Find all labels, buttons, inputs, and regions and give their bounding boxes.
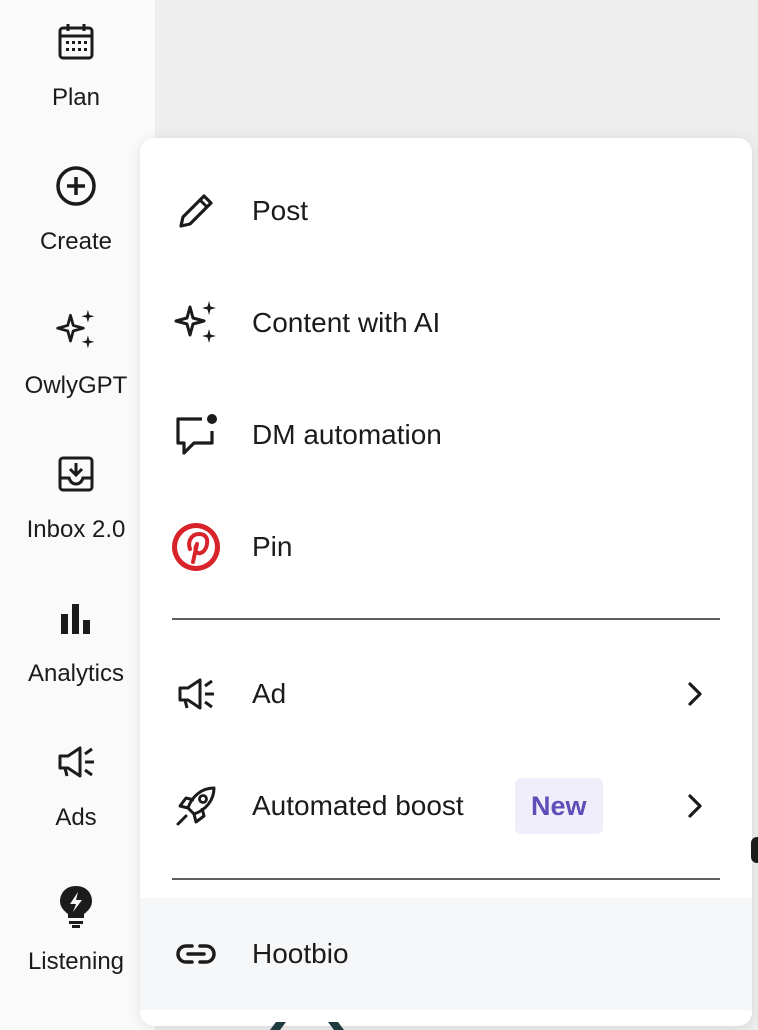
menu-item-label: Hootbio	[252, 938, 349, 969]
sidebar: Plan Create OwlyGPT Inbox 2.0 Analytics …	[0, 0, 155, 1030]
link-icon	[170, 928, 222, 980]
pinterest-icon	[170, 521, 222, 573]
sidebar-item-listening[interactable]: Listening	[0, 884, 152, 976]
sidebar-item-label: Listening	[27, 948, 125, 975]
menu-item-post[interactable]: Post	[140, 155, 752, 267]
sparkle-icon	[54, 308, 98, 352]
calendar-icon	[54, 20, 98, 64]
sidebar-item-label: Create	[39, 228, 113, 255]
menu-item-label: Content with AI	[252, 307, 441, 338]
bar-chart-icon	[54, 596, 98, 640]
sidebar-item-label: Ads	[55, 804, 97, 831]
inbox-icon	[54, 452, 98, 496]
plus-circle-icon	[54, 164, 98, 208]
new-badge: New	[515, 778, 603, 834]
sparkle-icon	[170, 297, 222, 349]
megaphone-icon	[170, 668, 222, 720]
lightbulb-icon	[54, 884, 98, 928]
chat-bubble-icon	[170, 409, 222, 461]
menu-item-ad[interactable]: Ad	[140, 638, 752, 750]
menu-item-automated-boost[interactable]: Automated boost New	[140, 750, 752, 862]
menu-item-label: Automated boost	[252, 790, 464, 821]
sidebar-item-plan[interactable]: Plan	[0, 20, 152, 112]
chevron-right-icon	[680, 679, 710, 709]
chevron-right-icon	[680, 791, 710, 821]
menu-item-label: DM automation	[252, 419, 442, 450]
sidebar-item-label: OwlyGPT	[24, 372, 128, 399]
pencil-icon	[170, 185, 222, 237]
sidebar-item-owlygpt[interactable]: OwlyGPT	[0, 308, 152, 400]
menu-item-hootbio[interactable]: Hootbio	[140, 898, 752, 1010]
sidebar-item-label: Inbox 2.0	[26, 516, 126, 543]
sidebar-item-label: Plan	[51, 84, 101, 111]
menu-divider	[172, 878, 720, 880]
create-menu: Post Content with AI DM automation Pin A…	[140, 138, 752, 1026]
menu-divider	[172, 618, 720, 620]
background-shape	[262, 1022, 372, 1030]
background-shape	[751, 837, 758, 863]
sidebar-item-analytics[interactable]: Analytics	[0, 596, 152, 688]
menu-item-label: Pin	[252, 531, 293, 562]
menu-item-label: Ad	[252, 678, 287, 709]
sidebar-item-label: Analytics	[27, 660, 125, 687]
menu-item-content-with-ai[interactable]: Content with AI	[140, 267, 752, 379]
sidebar-item-ads[interactable]: Ads	[0, 740, 152, 832]
rocket-icon	[170, 780, 222, 832]
menu-item-dm-automation[interactable]: DM automation	[140, 379, 752, 491]
sidebar-item-inbox[interactable]: Inbox 2.0	[0, 452, 152, 544]
sidebar-item-create[interactable]: Create	[0, 164, 152, 256]
menu-item-label: Post	[252, 195, 309, 226]
menu-item-pin[interactable]: Pin	[140, 491, 752, 603]
megaphone-icon	[54, 740, 98, 784]
